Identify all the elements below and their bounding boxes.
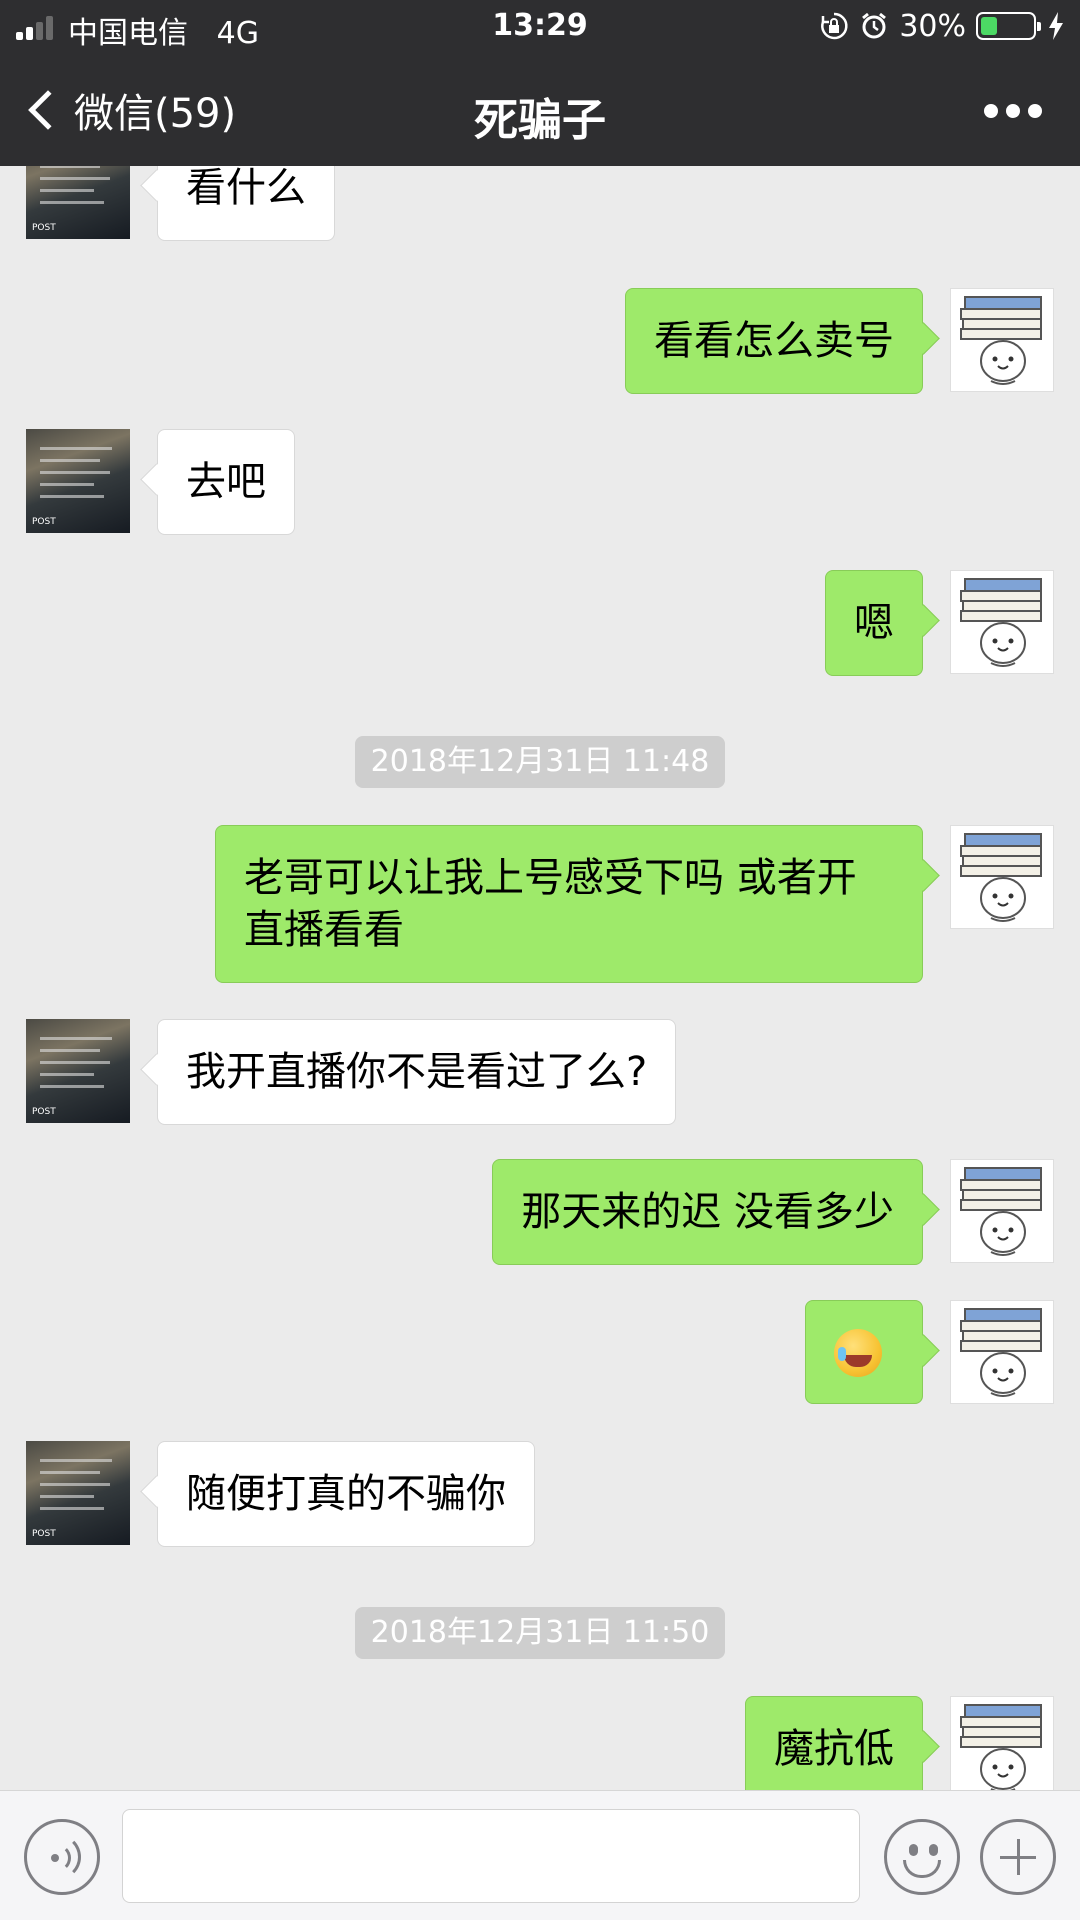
battery-level: [981, 17, 997, 35]
my-avatar[interactable]: [950, 570, 1054, 674]
message-bubble[interactable]: 那天来的迟 没看多少: [492, 1159, 923, 1265]
book-stack-avatar-icon: [960, 578, 1042, 667]
my-avatar[interactable]: [950, 1300, 1054, 1404]
orientation-lock-icon: [821, 12, 848, 40]
charging-bolt-icon: [1049, 12, 1063, 40]
message-bubble[interactable]: 去吧: [157, 429, 295, 535]
contact-avatar[interactable]: POST: [26, 1441, 130, 1545]
battery-percent: 30%: [899, 8, 966, 44]
message-bubble[interactable]: 嗯: [825, 570, 923, 676]
contact-avatar[interactable]: POST: [26, 1019, 130, 1123]
message-list[interactable]: POST 看什么 看看怎么卖号 POST 去吧 嗯 2018年12月31日 11…: [0, 166, 1080, 1790]
status-bar: 中国电信 4G 13:29 30%: [0, 0, 1080, 54]
message-bubble[interactable]: 我开直播你不是看过了么?: [157, 1019, 677, 1125]
more-dots-icon[interactable]: [984, 104, 1042, 118]
contact-avatar[interactable]: POST: [26, 166, 130, 239]
contact-avatar[interactable]: POST: [26, 429, 130, 533]
my-avatar[interactable]: [950, 1159, 1054, 1263]
timestamp-label: 2018年12月31日 11:48: [354, 736, 726, 788]
nav-bar: 微信(59) 死骗子: [0, 54, 1080, 166]
my-avatar[interactable]: [950, 288, 1054, 392]
voice-icon[interactable]: [24, 1819, 100, 1895]
message-bubble[interactable]: 看什么: [157, 166, 335, 241]
message-bubble[interactable]: 看看怎么卖号: [625, 288, 923, 394]
book-stack-avatar-icon: [960, 1167, 1042, 1256]
timestamp-label: 2018年12月31日 11:50: [354, 1607, 726, 1659]
status-right-group: 30%: [819, 6, 1066, 46]
input-bar: [0, 1790, 1080, 1920]
message-bubble[interactable]: [805, 1300, 923, 1404]
book-stack-avatar-icon: [960, 296, 1042, 385]
chat-title: 死骗子: [474, 95, 606, 146]
plus-icon[interactable]: [980, 1819, 1056, 1895]
emoji-icon[interactable]: [884, 1819, 960, 1895]
message-bubble[interactable]: 老哥可以让我上号感受下吗 或者开直播看看: [215, 825, 923, 983]
time-separator: 2018年12月31日 11:50: [0, 1607, 1080, 1659]
book-stack-avatar-icon: [960, 1704, 1042, 1790]
my-avatar[interactable]: [950, 825, 1054, 929]
message-bubble[interactable]: 随便打真的不骗你: [157, 1441, 535, 1547]
time-separator: 2018年12月31日 11:48: [0, 736, 1080, 788]
book-stack-avatar-icon: [960, 1308, 1042, 1397]
book-stack-avatar-icon: [960, 833, 1042, 922]
wechat-chat-screen: 中国电信 4G 13:29 30% 微信(59) 死骗子 POST 看什么 看看…: [0, 0, 1080, 1920]
battery-icon: [976, 12, 1041, 40]
my-avatar[interactable]: [950, 1696, 1054, 1790]
alarm-icon: [862, 12, 887, 39]
message-bubble[interactable]: 魔抗低: [745, 1696, 923, 1790]
laughing-tears-emoji-icon: [834, 1329, 882, 1377]
message-input[interactable]: [122, 1809, 860, 1903]
